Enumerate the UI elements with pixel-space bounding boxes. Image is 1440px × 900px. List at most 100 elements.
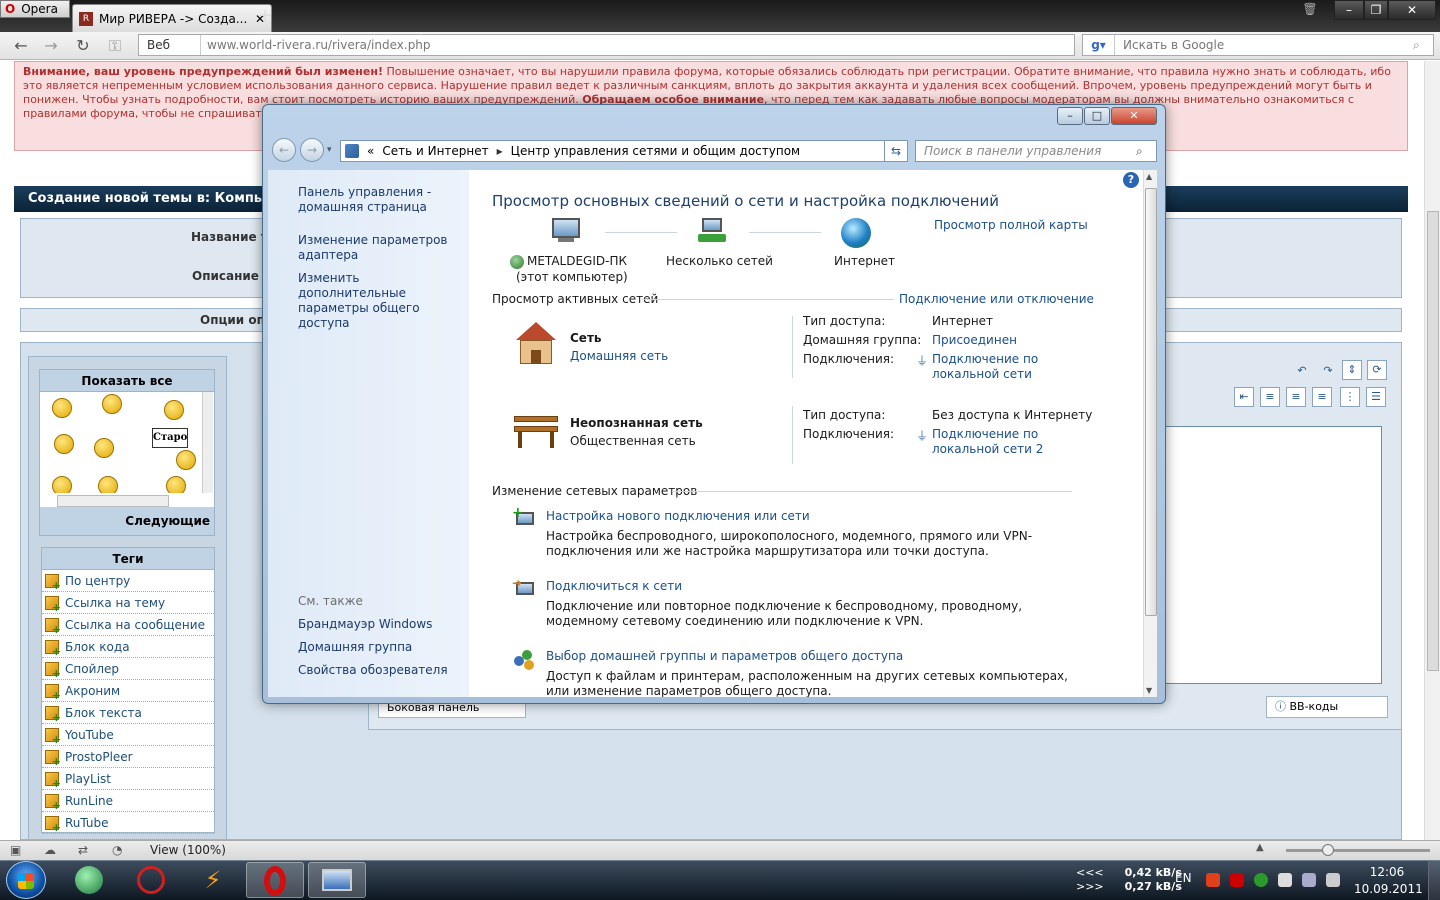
share-icon[interactable]: ⇄ xyxy=(78,843,88,857)
smiley-hscrollbar[interactable] xyxy=(57,495,169,507)
cp-refresh-icon[interactable]: ⇆ xyxy=(884,140,908,162)
outdent-icon[interactable]: ⇤ xyxy=(1234,387,1254,407)
post-textarea[interactable] xyxy=(1160,426,1382,684)
smiley-scrollbar[interactable] xyxy=(202,392,213,493)
address-url[interactable]: www.world-rivera.ru/rivera/index.php xyxy=(201,38,431,52)
panel-toggle-icon[interactable]: ▣ xyxy=(10,843,21,857)
internet-options-link[interactable]: Свойства обозревателя xyxy=(298,663,448,678)
tray-volume-icon[interactable] xyxy=(1326,873,1340,887)
smiley-icon[interactable] xyxy=(54,434,74,454)
smiley-icon[interactable] xyxy=(166,476,186,493)
switch-mode-icon[interactable]: ⟳ xyxy=(1367,360,1387,380)
breadcrumb-network-center[interactable]: Центр управления сетями и общим доступом xyxy=(511,144,800,158)
network-2-connection-link[interactable]: Подключение по локальной сети 2 xyxy=(932,427,1052,457)
cp-close-button[interactable]: ✕ xyxy=(1111,107,1157,125)
tray-speaker-red-icon[interactable] xyxy=(1206,873,1220,887)
tray-flag-icon[interactable] xyxy=(1278,873,1292,887)
tray-utorrent-icon[interactable] xyxy=(1254,873,1268,887)
cp-back-icon[interactable]: ← xyxy=(272,138,296,162)
search-icon[interactable]: ⌕ xyxy=(1136,144,1156,159)
network-1-connection-link[interactable]: Подключение по локальной сети xyxy=(932,352,1052,382)
breadcrumb-overflow[interactable]: « xyxy=(367,144,374,158)
firewall-link[interactable]: Брандмауэр Windows xyxy=(298,617,432,632)
adapter-settings-link[interactable]: Изменение параметров адаптера xyxy=(298,233,458,263)
tag-item[interactable]: RunLine xyxy=(42,790,214,812)
smiley-icon[interactable] xyxy=(164,400,184,420)
task-homegroup-link[interactable]: Выбор домашней группы и параметров общег… xyxy=(546,649,903,664)
taskbar-app-opera[interactable] xyxy=(246,862,304,898)
address-mode-label[interactable]: Веб xyxy=(139,35,201,55)
cp-breadcrumb[interactable]: « Сеть и Интернет ▸ Центр управления сет… xyxy=(340,140,908,162)
tag-item[interactable]: Блок текста xyxy=(42,702,214,724)
bbcodes-button[interactable]: ⓘ BB-коды xyxy=(1266,696,1388,718)
browser-close-button[interactable]: ✕ xyxy=(1388,0,1436,20)
key-icon[interactable]: ⚿ xyxy=(104,36,126,56)
cp-forward-icon[interactable]: → xyxy=(300,138,324,162)
connect-disconnect-link[interactable]: Подключение или отключение xyxy=(899,292,1094,307)
zoom-slider-knob[interactable] xyxy=(1322,844,1334,856)
cp-scrollbar[interactable]: ▲ ▼ xyxy=(1143,170,1157,697)
smileys-show-all[interactable]: Показать все xyxy=(40,370,214,392)
opera-menu-button[interactable]: O Opera xyxy=(0,0,70,18)
zoom-slider[interactable] xyxy=(1286,849,1430,852)
forward-arrow-icon[interactable]: → xyxy=(40,36,62,56)
help-icon[interactable]: ? xyxy=(1123,172,1139,188)
taskbar-app-control-panel[interactable] xyxy=(308,862,366,898)
network-1-homegroup-link[interactable]: Присоединен xyxy=(932,333,1017,348)
breadcrumb-separator[interactable]: ▸ xyxy=(497,144,503,158)
smiley-icon[interactable] xyxy=(52,476,72,493)
tray-network-icon[interactable] xyxy=(1302,873,1316,887)
tag-item[interactable]: RuTube xyxy=(42,812,214,834)
redo-icon[interactable]: ↷ xyxy=(1318,362,1338,382)
taskbar-app-spiral[interactable] xyxy=(122,862,180,898)
smileys-next-link[interactable]: Следующие xyxy=(40,507,214,535)
new-tab-icon[interactable]: + xyxy=(256,6,274,26)
language-indicator[interactable]: EN xyxy=(1175,871,1192,885)
cp-minimize-button[interactable]: – xyxy=(1057,107,1083,125)
tag-item[interactable]: Блок кода xyxy=(42,636,214,658)
back-arrow-icon[interactable]: ← xyxy=(10,36,32,56)
start-button[interactable] xyxy=(6,861,46,899)
address-bar[interactable]: Веб www.world-rivera.ru/rivera/index.php xyxy=(138,34,1075,56)
page-scrollbar-thumb[interactable] xyxy=(1427,211,1439,671)
homegroup-link[interactable]: Домашняя группа xyxy=(298,640,412,655)
align-right-icon[interactable]: ≡ xyxy=(1312,387,1332,407)
breadcrumb-network-internet[interactable]: Сеть и Интернет xyxy=(382,144,488,158)
task-connect-link[interactable]: Подключиться к сети xyxy=(546,579,682,594)
tray-antivirus-icon[interactable] xyxy=(1230,873,1244,887)
reload-icon[interactable]: ↻ xyxy=(72,36,94,56)
page-scrollbar[interactable] xyxy=(1424,61,1440,840)
cp-home-link[interactable]: Панель управления - домашняя страница xyxy=(298,185,458,215)
cp-scrollbar-thumb[interactable] xyxy=(1145,188,1157,616)
taskbar-app-winamp[interactable]: ⚡ xyxy=(184,862,242,898)
google-search-box[interactable]: g▾ Искать в Google ⌕ xyxy=(1082,34,1434,56)
cloud-icon[interactable]: ☁ xyxy=(44,843,56,857)
undo-icon[interactable]: ↶ xyxy=(1292,362,1312,382)
smiley-icon[interactable] xyxy=(98,476,118,493)
smiley-icon[interactable] xyxy=(176,450,196,470)
scroll-up-icon[interactable]: ▲ xyxy=(1146,172,1152,181)
browser-restore-button[interactable]: ❐ xyxy=(1364,0,1388,20)
smiley-icon[interactable] xyxy=(94,438,114,458)
align-center-icon[interactable]: ≡ xyxy=(1286,387,1306,407)
browser-minimize-button[interactable]: – xyxy=(1334,0,1364,20)
smiley-icon[interactable] xyxy=(52,398,72,418)
zoom-label[interactable]: View (100%) xyxy=(150,843,226,857)
browser-tab-active[interactable]: R Мир РИВЕРА -> Созда... ✕ xyxy=(72,4,272,32)
show-desktop-button[interactable] xyxy=(1428,861,1440,900)
system-clock[interactable]: 12:06 10.09.2011 xyxy=(1354,864,1423,898)
tag-item[interactable]: По центру xyxy=(42,570,214,592)
tag-item[interactable]: Ссылка на тему xyxy=(42,592,214,614)
resize-icon[interactable]: ⇕ xyxy=(1342,360,1362,380)
tag-item[interactable]: PlayList xyxy=(42,768,214,790)
tag-item[interactable]: Спойлер xyxy=(42,658,214,680)
network-1-type-link[interactable]: Домашняя сеть xyxy=(570,349,668,364)
align-left-icon[interactable]: ≡ xyxy=(1260,387,1280,407)
taskbar-app-globe[interactable] xyxy=(60,862,118,898)
google-search-input[interactable]: Искать в Google xyxy=(1115,38,1413,52)
zoom-up-icon[interactable]: ▲ xyxy=(1256,842,1264,853)
trash-icon[interactable]: 🗑 xyxy=(1300,0,1320,20)
bullet-list-icon[interactable]: ☰ xyxy=(1366,387,1386,407)
tag-item[interactable]: ProstoPleer xyxy=(42,746,214,768)
tag-item[interactable]: Акроним xyxy=(42,680,214,702)
